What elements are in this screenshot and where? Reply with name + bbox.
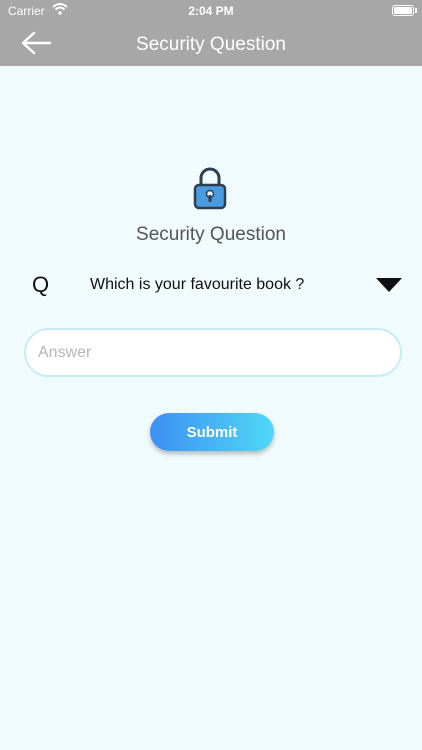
clock-time: 2:04 PM xyxy=(188,4,234,18)
battery-cap xyxy=(415,8,417,13)
question-row[interactable]: Q Which is your favourite book ? xyxy=(0,268,422,304)
question-prefix: Q xyxy=(32,272,50,297)
nav-bar: Security Question xyxy=(0,22,422,66)
triangle-down-icon[interactable] xyxy=(376,278,402,292)
page-title: Security Question xyxy=(136,224,286,245)
submit-button[interactable]: Submit xyxy=(150,413,274,451)
battery-icon xyxy=(392,5,414,16)
security-question-text: Which is your favourite book ? xyxy=(90,276,305,293)
nav-title: Security Question xyxy=(136,34,286,55)
padlock-icon xyxy=(193,167,227,210)
status-bar: Carrier 2:04 PM xyxy=(0,0,422,22)
answer-input[interactable] xyxy=(24,328,402,377)
